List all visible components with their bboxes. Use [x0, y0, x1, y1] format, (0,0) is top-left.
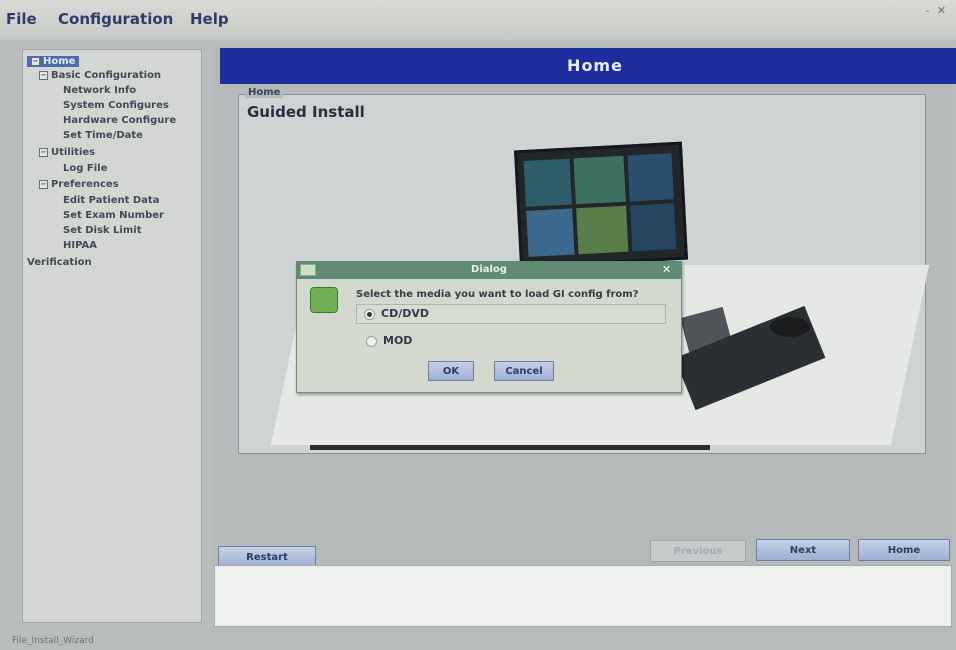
window-menu-icon[interactable]	[300, 264, 316, 276]
sidebar-item-edit-patient-data[interactable]: Edit Patient Data	[63, 195, 159, 206]
dialog-title: Dialog	[296, 261, 682, 279]
sidebar-item-preferences[interactable]: − Preferences	[39, 179, 119, 190]
mod-radio[interactable]	[366, 336, 377, 347]
collapse-icon[interactable]: −	[39, 70, 48, 80]
sidebar-item-network-info[interactable]: Network Info	[63, 85, 136, 96]
application-icon	[310, 287, 338, 313]
menu-configuration[interactable]: Configuration	[58, 10, 173, 28]
home-button[interactable]: Home	[858, 539, 950, 561]
cd-dvd-label[interactable]: CD/DVD	[381, 307, 429, 320]
collapse-icon[interactable]: −	[31, 56, 40, 66]
collapse-icon[interactable]: −	[39, 147, 48, 157]
sidebar-item-hipaa[interactable]: HIPAA	[63, 240, 97, 251]
menu-bar: File Configuration Help - ✕	[0, 0, 956, 40]
status-bar: File_Install_Wizard	[12, 636, 94, 646]
sidebar-tree: − Home − Basic Configuration Network Info …	[22, 49, 202, 623]
mouse-illustration	[770, 317, 810, 337]
ok-button[interactable]: OK	[428, 361, 474, 381]
next-button[interactable]: Next	[756, 539, 850, 561]
sidebar-item-set-disk-limit[interactable]: Set Disk Limit	[63, 225, 142, 236]
sidebar-item-system-configures[interactable]: System Configures	[63, 100, 169, 111]
menu-file[interactable]: File	[6, 10, 37, 28]
sidebar-item-hardware-configure[interactable]: Hardware Configure	[63, 115, 176, 126]
sidebar-item-home[interactable]: − Home	[27, 56, 80, 67]
sidebar-item-log-file[interactable]: Log File	[63, 163, 107, 174]
previous-button[interactable]: Previous	[650, 540, 746, 562]
page-title: Home	[220, 48, 956, 84]
close-icon[interactable]: ✕	[662, 263, 671, 276]
window-controls[interactable]: - ✕	[925, 4, 948, 17]
collapse-icon[interactable]: −	[39, 179, 48, 189]
frame-legend: Home	[245, 87, 284, 98]
sidebar-item-verification[interactable]: Verification	[27, 257, 92, 268]
monitor-illustration	[514, 141, 688, 269]
guided-install-title: Guided Install	[247, 103, 365, 121]
message-area	[214, 565, 952, 627]
media-select-dialog	[296, 261, 682, 393]
cd-dvd-radio[interactable]	[364, 309, 375, 320]
mod-label[interactable]: MOD	[383, 334, 412, 347]
cancel-button[interactable]: Cancel	[494, 361, 554, 381]
sidebar-item-utilities[interactable]: − Utilities	[39, 147, 95, 158]
sidebar-item-set-exam-number[interactable]: Set Exam Number	[63, 210, 164, 221]
dialog-question: Select the media you want to load GI con…	[356, 289, 639, 300]
sidebar-item-basic-configuration[interactable]: − Basic Configuration	[39, 70, 161, 81]
sidebar-item-set-time-date[interactable]: Set Time/Date	[63, 130, 143, 141]
menu-help[interactable]: Help	[190, 10, 229, 28]
